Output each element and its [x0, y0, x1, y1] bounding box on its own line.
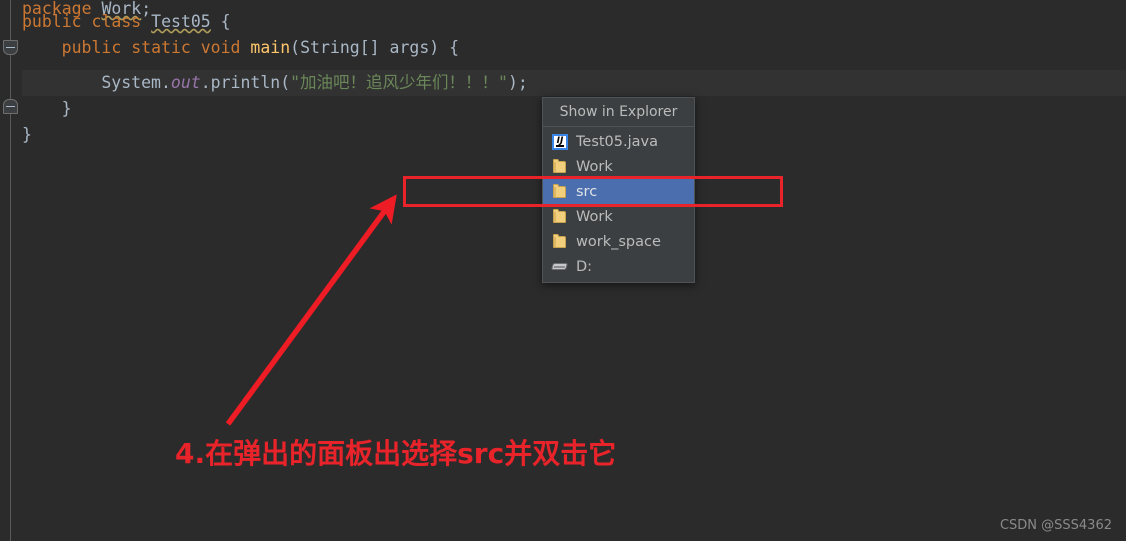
popup-item-label: D: — [576, 259, 593, 276]
code-token: ( — [290, 38, 301, 57]
folder-icon — [552, 158, 568, 175]
folder-icon — [552, 208, 568, 225]
popup-item-src[interactable]: src — [543, 179, 694, 204]
csdn-watermark: CSDN @SSS4362 — [999, 518, 1112, 533]
popup-item-label: Work — [576, 159, 613, 176]
code-token: System — [101, 73, 161, 92]
code-token: .println( — [200, 73, 291, 92]
drive-glyph — [550, 262, 569, 270]
code-token: public class — [22, 12, 152, 31]
fold-marker-expanded-icon[interactable] — [3, 40, 18, 55]
popup-item-list[interactable]: IJ Test05.java Work src Work work_space D: — [543, 127, 694, 282]
code-token: [] args) { — [359, 38, 460, 57]
code-token: String — [300, 38, 360, 57]
code-line: System.out.println("加油吧！追风少年们！！！"); — [101, 70, 528, 96]
code-fold-line — [10, 0, 11, 541]
code-token: } — [61, 99, 72, 118]
code-token: main — [250, 38, 291, 57]
ij-glyph: IJ — [552, 133, 568, 150]
code-token: } — [22, 125, 32, 144]
popup-item-test05-java[interactable]: IJ Test05.java — [543, 129, 694, 154]
show-in-explorer-popup[interactable]: Show in Explorer IJ Test05.java Work src Wor… — [542, 97, 695, 283]
code-line: } — [62, 96, 72, 122]
code-token: { — [210, 12, 231, 31]
folder-icon — [552, 233, 568, 250]
code-token: Test05 — [151, 12, 211, 31]
popup-item-label: work_space — [576, 234, 661, 251]
folder-glyph — [553, 233, 566, 248]
popup-item-work[interactable]: Work — [543, 154, 694, 179]
popup-title: Show in Explorer — [543, 98, 694, 127]
drive-icon — [550, 259, 569, 275]
fold-marker-collapse-icon[interactable] — [3, 99, 18, 114]
popup-item-d-[interactable]: D: — [543, 254, 694, 279]
popup-item-label: Work — [576, 209, 613, 226]
code-token: "加油吧！追风少年们！！！" — [290, 73, 508, 92]
popup-item-work[interactable]: Work — [543, 204, 694, 229]
folder-icon — [552, 183, 568, 200]
code-token: out — [170, 73, 201, 92]
code-token: public static void — [61, 38, 251, 57]
folder-glyph — [553, 158, 566, 173]
code-line: public class Test05 { — [22, 9, 231, 35]
popup-item-work-space[interactable]: work_space — [543, 229, 694, 254]
editor-gutter[interactable] — [0, 0, 22, 541]
annotation-caption: 4.在弹出的面板出选择src并双击它 — [175, 437, 617, 470]
popup-item-label: Test05.java — [576, 134, 658, 151]
code-token: ); — [508, 73, 528, 92]
intellij-java-file-icon: IJ — [552, 133, 568, 150]
folder-glyph — [553, 208, 566, 223]
popup-item-label: src — [576, 184, 598, 201]
code-line: } — [22, 122, 32, 148]
code-line: public static void main(String[] args) { — [62, 35, 459, 61]
code-token: . — [160, 73, 171, 92]
folder-glyph — [553, 183, 566, 198]
screenshot-root: package Work; public class Test05 {public… — [0, 0, 1126, 541]
